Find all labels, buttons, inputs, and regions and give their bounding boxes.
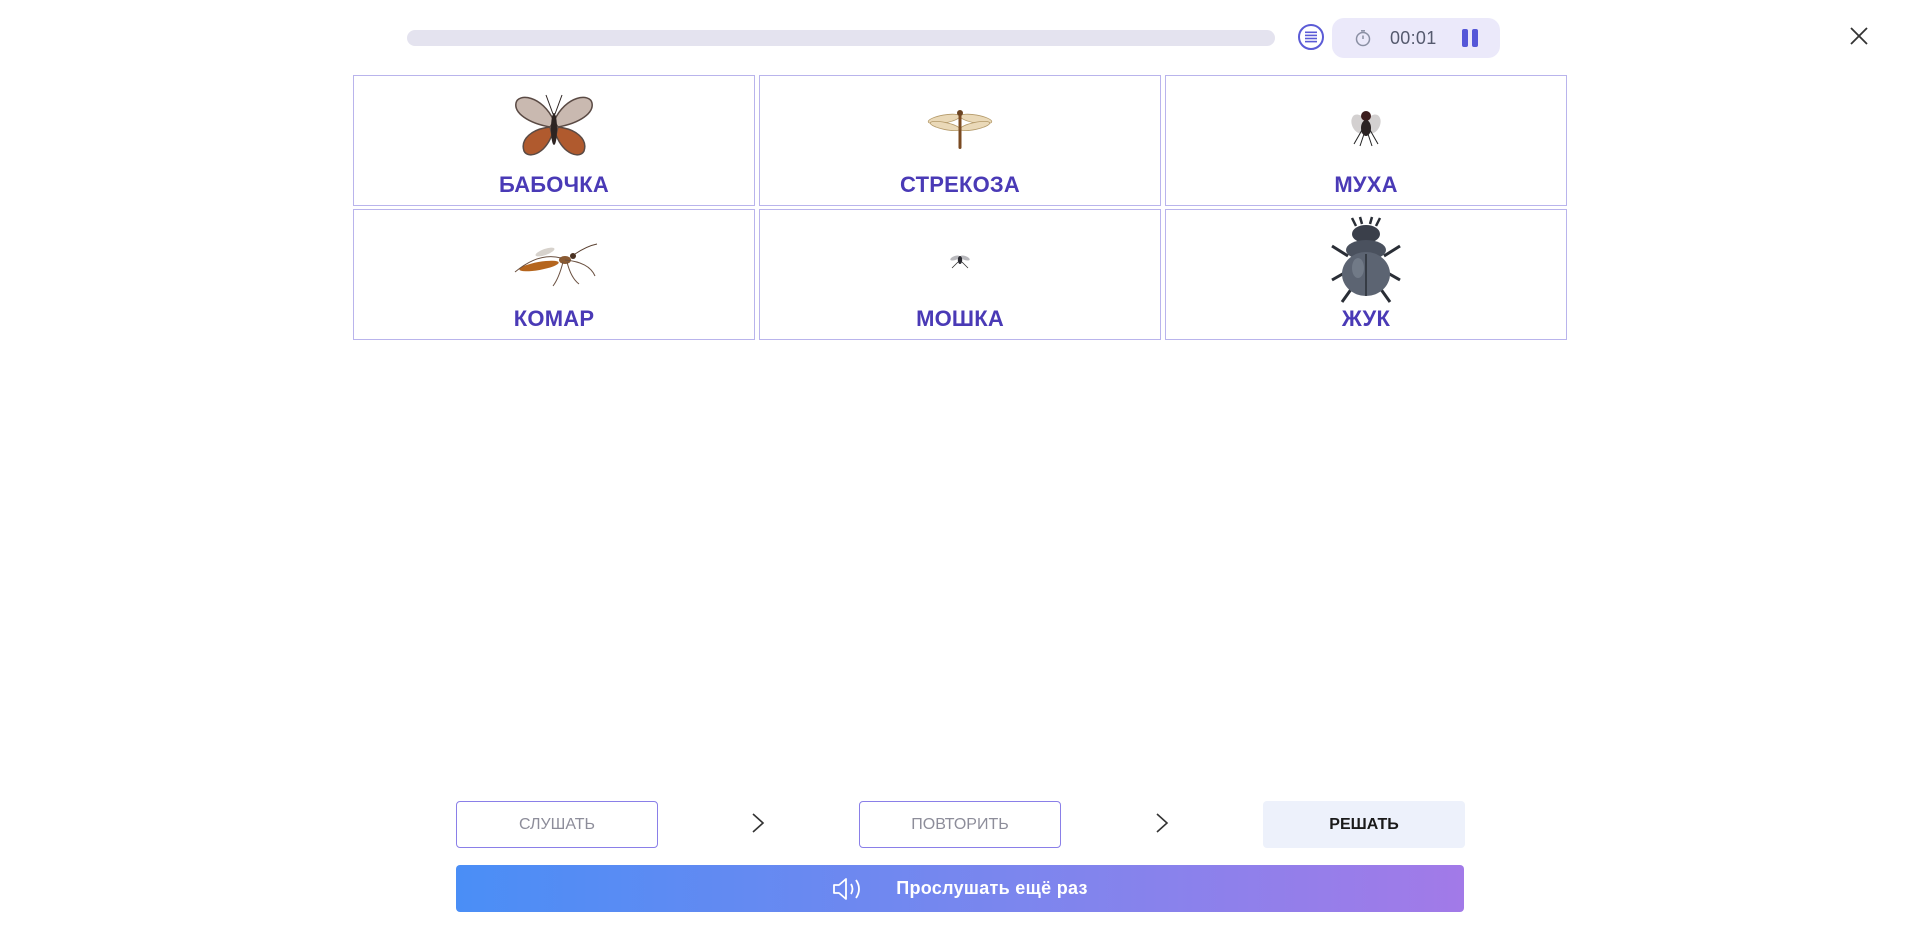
listen-again-label: Прослушать ещё раз [896,878,1088,898]
card-dragonfly[interactable]: СТРЕКОЗА [759,75,1161,206]
timer-value: 00:01 [1390,28,1437,48]
card-label: МОШКА [916,306,1004,331]
card-beetle[interactable]: ЖУК [1165,209,1567,340]
chevron-right-icon [1156,813,1169,833]
card-label: СТРЕКОЗА [900,172,1020,197]
progress-bar [407,30,1275,46]
list-menu-icon[interactable] [1298,24,1324,50]
answer-grid: БАБОЧКА СТРЕКОЗА МУХА КОМАР МОШКА ЖУК [353,75,1567,341]
card-label: МУХА [1334,172,1398,197]
fly-image [1351,111,1381,147]
timer: 00:01 [1332,18,1500,58]
top-bar: 00:01 [0,0,1920,75]
gnat-image [950,255,970,269]
mosquito-image [514,243,598,287]
solve-step-button[interactable]: РЕШАТЬ [1263,801,1465,848]
card-label: КОМАР [513,306,595,331]
stopwatch-icon [1355,30,1371,47]
card-butterfly[interactable]: БАБОЧКА [353,75,755,206]
listen-again-button[interactable]: Прослушать ещё раз [456,865,1464,912]
close-icon[interactable] [1848,25,1870,47]
repeat-step-button[interactable]: ПОВТОРИТЬ [859,801,1061,848]
card-label: БАБОЧКА [499,172,609,197]
card-fly[interactable]: МУХА [1165,75,1567,206]
speaker-icon [833,877,861,900]
dragonfly-image [927,110,993,149]
card-label: ЖУК [1341,306,1391,331]
listen-step-button[interactable]: СЛУШАТЬ [456,801,658,848]
card-mosquito[interactable]: КОМАР [353,209,755,340]
pause-icon[interactable] [1460,29,1480,47]
butterfly-image [515,94,593,156]
beetle-image [1331,216,1401,303]
chevron-right-icon [752,813,765,833]
card-gnat[interactable]: МОШКА [759,209,1161,340]
